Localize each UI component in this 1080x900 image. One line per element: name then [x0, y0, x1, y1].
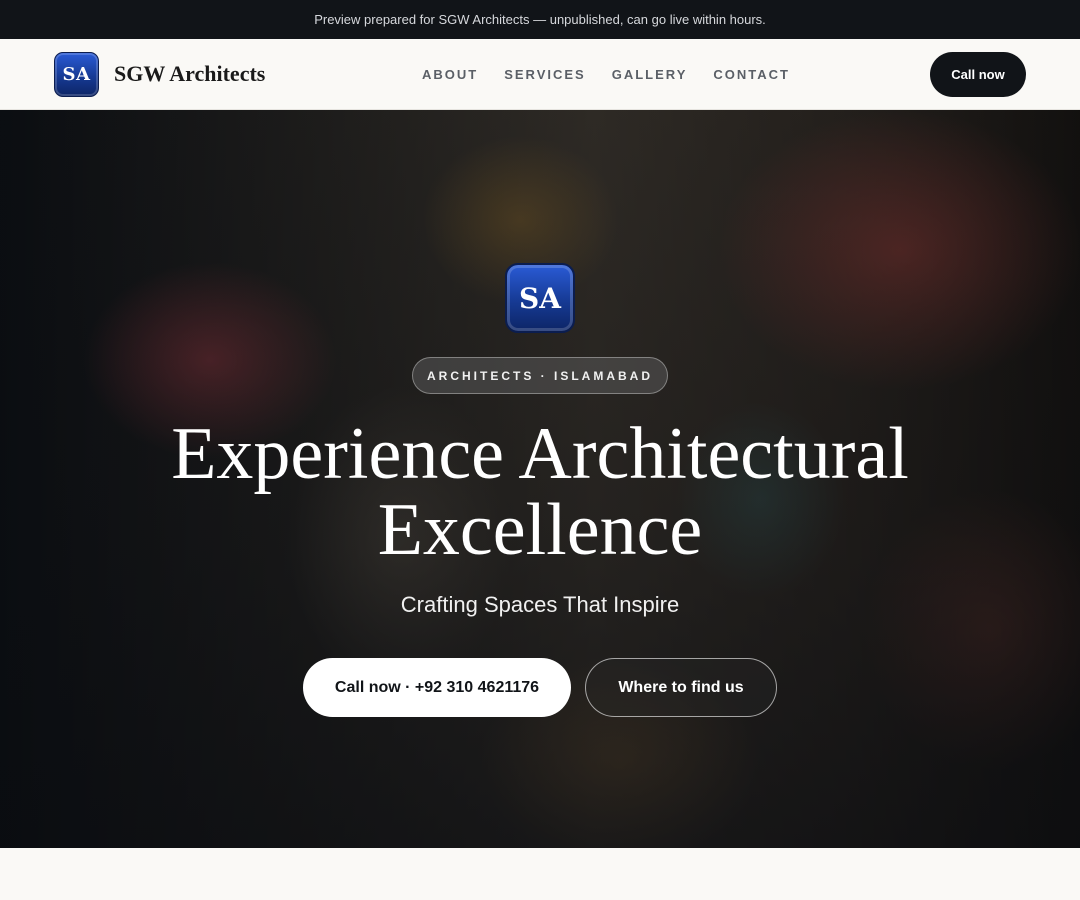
- hero-headline-line-2: Excellence: [377, 489, 703, 571]
- preview-banner-text: Preview prepared for SGW Architects — un…: [314, 12, 766, 27]
- hero-content: SA ARCHITECTS · ISLAMABAD Experience Arc…: [0, 110, 1080, 848]
- header-call-button[interactable]: Call now: [930, 52, 1026, 97]
- nav-link-about[interactable]: ABOUT: [422, 67, 478, 82]
- site-header: SA SGW Architects ABOUT SERVICES GALLERY…: [0, 39, 1080, 110]
- find-us-button[interactable]: Where to find us: [585, 658, 777, 717]
- call-phone-button[interactable]: Call now · +92 310 4621176: [303, 658, 571, 717]
- hero-headline-line-1: Experience Architectural: [171, 413, 909, 495]
- main-nav: ABOUT SERVICES GALLERY CONTACT: [422, 39, 790, 110]
- nav-link-contact[interactable]: CONTACT: [713, 67, 790, 82]
- brand-logo-icon[interactable]: SA: [54, 51, 99, 97]
- brand[interactable]: SA SGW Architects: [54, 51, 265, 97]
- hero-headline: Experience Architectural Excellence: [0, 416, 1080, 568]
- nav-link-services[interactable]: SERVICES: [504, 67, 586, 82]
- hero-subtitle: Crafting Spaces That Inspire: [400, 592, 680, 617]
- preview-banner: Preview prepared for SGW Architects — un…: [0, 0, 1080, 39]
- brand-name[interactable]: SGW Architects: [114, 61, 265, 87]
- location-tag: ARCHITECTS · ISLAMABAD: [412, 357, 668, 394]
- hero-section: SA ARCHITECTS · ISLAMABAD Experience Arc…: [0, 110, 1080, 848]
- hero-logo-icon: SA: [505, 263, 575, 333]
- nav-link-gallery[interactable]: GALLERY: [612, 67, 688, 82]
